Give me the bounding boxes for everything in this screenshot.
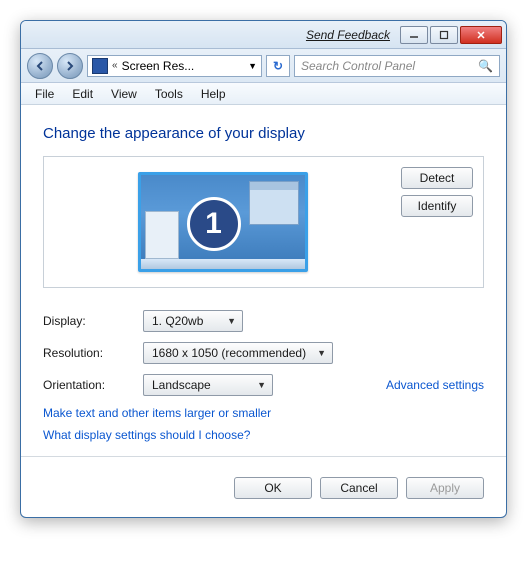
text-size-link[interactable]: Make text and other items larger or smal…: [43, 406, 484, 420]
help-links: Make text and other items larger or smal…: [43, 406, 484, 442]
chevron-down-icon: ▼: [257, 380, 266, 390]
resolution-label: Resolution:: [43, 346, 143, 360]
refresh-icon: ↻: [273, 59, 283, 73]
help-link[interactable]: What display settings should I choose?: [43, 428, 484, 442]
menu-bar: File Edit View Tools Help: [21, 83, 506, 105]
monitor-number-badge: 1: [187, 197, 241, 251]
orientation-label: Orientation:: [43, 378, 143, 392]
cancel-button[interactable]: Cancel: [320, 477, 398, 499]
menu-help[interactable]: Help: [193, 85, 234, 103]
display-label: Display:: [43, 314, 143, 328]
chevron-down-icon: ▼: [227, 316, 236, 326]
back-button[interactable]: [27, 53, 53, 79]
send-feedback-link[interactable]: Send Feedback: [306, 28, 390, 42]
chevron-down-icon: ▼: [317, 348, 326, 358]
refresh-button[interactable]: ↻: [266, 55, 290, 77]
menu-view[interactable]: View: [103, 85, 145, 103]
minimize-button[interactable]: [400, 26, 428, 44]
window-frame: Send Feedback « Screen Res... ▼: [20, 20, 507, 518]
display-preview[interactable]: 1: [54, 167, 391, 277]
page-heading: Change the appearance of your display: [43, 125, 484, 142]
menu-edit[interactable]: Edit: [64, 85, 101, 103]
breadcrumb-chevron-icon: «: [112, 60, 118, 71]
close-button[interactable]: [460, 26, 502, 44]
settings-grid: Display: 1. Q20wb ▼ Resolution: 1680 x 1…: [43, 310, 484, 392]
maximize-button[interactable]: [430, 26, 458, 44]
display-preview-box: 1 Detect Identify: [43, 156, 484, 288]
display-value: 1. Q20wb: [152, 314, 203, 328]
content-area: Change the appearance of your display 1 …: [21, 105, 506, 465]
separator: [21, 456, 506, 457]
address-bar[interactable]: « Screen Res... ▼: [87, 55, 262, 77]
search-icon: 🔍: [478, 59, 493, 73]
forward-button[interactable]: [57, 53, 83, 79]
apply-button[interactable]: Apply: [406, 477, 484, 499]
orientation-value: Landscape: [152, 378, 211, 392]
resolution-select[interactable]: 1680 x 1050 (recommended) ▼: [143, 342, 333, 364]
display-select[interactable]: 1. Q20wb ▼: [143, 310, 243, 332]
advanced-settings-link[interactable]: Advanced settings: [386, 378, 484, 392]
preview-window-icon: [249, 181, 299, 225]
address-text: Screen Res...: [122, 59, 195, 73]
identify-button[interactable]: Identify: [401, 195, 473, 217]
chevron-down-icon[interactable]: ▼: [248, 61, 257, 71]
nav-toolbar: « Screen Res... ▼ ↻ Search Control Panel…: [21, 49, 506, 83]
titlebar: Send Feedback: [21, 21, 506, 49]
preview-taskbar-icon: [141, 259, 305, 269]
menu-file[interactable]: File: [27, 85, 62, 103]
dialog-button-bar: OK Cancel Apply: [21, 465, 506, 517]
search-input[interactable]: Search Control Panel 🔍: [294, 55, 500, 77]
resolution-value: 1680 x 1050 (recommended): [152, 346, 306, 360]
orientation-select[interactable]: Landscape ▼: [143, 374, 273, 396]
preview-startmenu-icon: [145, 211, 179, 259]
ok-button[interactable]: OK: [234, 477, 312, 499]
search-placeholder: Search Control Panel: [301, 59, 415, 73]
menu-tools[interactable]: Tools: [147, 85, 191, 103]
monitor-icon: [92, 58, 108, 74]
monitor-thumbnail[interactable]: 1: [138, 172, 308, 272]
detect-button[interactable]: Detect: [401, 167, 473, 189]
